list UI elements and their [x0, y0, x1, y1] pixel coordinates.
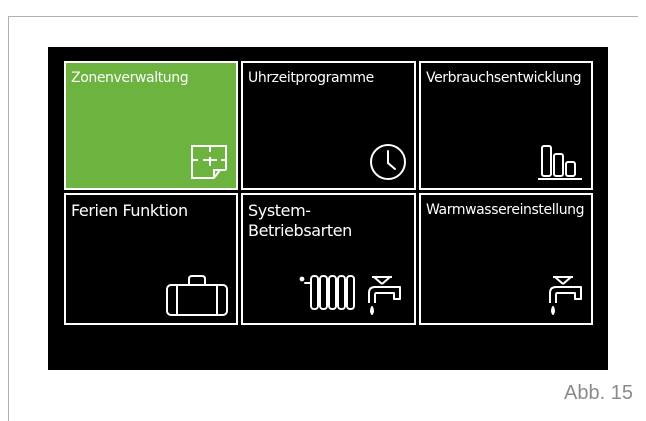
figure-page: Zonenverwaltung Uhrzeitprogramme Verbrau…: [0, 0, 646, 421]
tile-label-uhrzeitprogramme: Uhrzeitprogramme: [248, 70, 374, 86]
frame-left-rule: [8, 16, 9, 421]
frame-top-rule: [8, 16, 638, 17]
tile-label-system-betriebsarten: System- Betriebsarten: [248, 201, 410, 241]
bar-chart-icon: [538, 145, 582, 180]
tile-label-zonenverwaltung: Zonenverwaltung: [71, 70, 189, 86]
tile-label-warmwassereinstellung: Warmwassereinstellung: [426, 202, 585, 218]
floor-plan-icon: [191, 145, 227, 179]
tile-uhrzeitprogramme[interactable]: Uhrzeitprogramme: [241, 61, 416, 190]
tile-zonenverwaltung[interactable]: Zonenverwaltung: [64, 61, 238, 190]
tile-label-line-2: Betriebsarten: [248, 221, 352, 240]
tile-label-line-1: System-: [248, 201, 311, 220]
radiator-icon: [299, 275, 401, 315]
faucet-icon: [368, 276, 401, 315]
tile-verbrauchsentwicklung[interactable]: Verbrauchsentwicklung: [419, 61, 593, 190]
tile-label-verbrauchsentwicklung: Verbrauchsentwicklung: [426, 70, 582, 86]
figure-caption: Abb. 15: [564, 382, 633, 404]
suitcase-icon: [166, 275, 228, 316]
clock-icon: [370, 144, 406, 180]
display-screen: Zonenverwaltung Uhrzeitprogramme Verbrau…: [48, 47, 608, 370]
tile-ferien-funktion[interactable]: Ferien Funktion: [64, 193, 238, 325]
tile-warmwassereinstellung[interactable]: Warmwassereinstellung: [419, 193, 593, 325]
tile-label-ferien-funktion: Ferien Funktion: [71, 201, 188, 220]
faucet-icon: [549, 276, 582, 315]
tile-system-betriebsarten[interactable]: System- Betriebsarten: [241, 193, 416, 325]
